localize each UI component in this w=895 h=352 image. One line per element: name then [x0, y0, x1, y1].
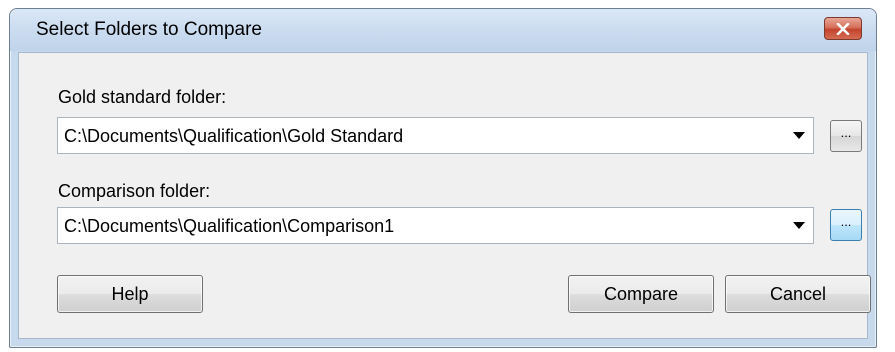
gold-standard-browse-button[interactable]: ...	[830, 120, 862, 152]
help-button[interactable]: Help	[57, 275, 203, 313]
cancel-button[interactable]: Cancel	[725, 275, 871, 313]
comparison-label: Comparison folder:	[58, 181, 211, 201]
dialog-window: Select Folders to Compare Gold standard …	[9, 8, 877, 348]
gold-standard-label: Gold standard folder:	[58, 87, 227, 107]
compare-button[interactable]: Compare	[568, 275, 714, 313]
comparison-browse-button[interactable]: ...	[830, 209, 862, 241]
close-button[interactable]	[824, 17, 862, 40]
gold-standard-folder-combo[interactable]: C:\Documents\Qualification\Gold Standard	[57, 117, 814, 154]
comparison-folder-combo[interactable]: C:\Documents\Qualification\Comparison1	[57, 207, 814, 244]
gold-standard-folder-value[interactable]: C:\Documents\Qualification\Gold Standard	[64, 126, 403, 147]
dialog-body: Gold standard folder: C:\Documents\Quali…	[18, 52, 871, 339]
close-icon	[836, 22, 850, 35]
dialog-title: Select Folders to Compare	[36, 19, 262, 40]
chevron-down-icon[interactable]	[793, 132, 805, 139]
title-bar[interactable]: Select Folders to Compare	[10, 9, 876, 51]
comparison-folder-value[interactable]: C:\Documents\Qualification\Comparison1	[64, 216, 394, 237]
chevron-down-icon[interactable]	[793, 222, 805, 229]
